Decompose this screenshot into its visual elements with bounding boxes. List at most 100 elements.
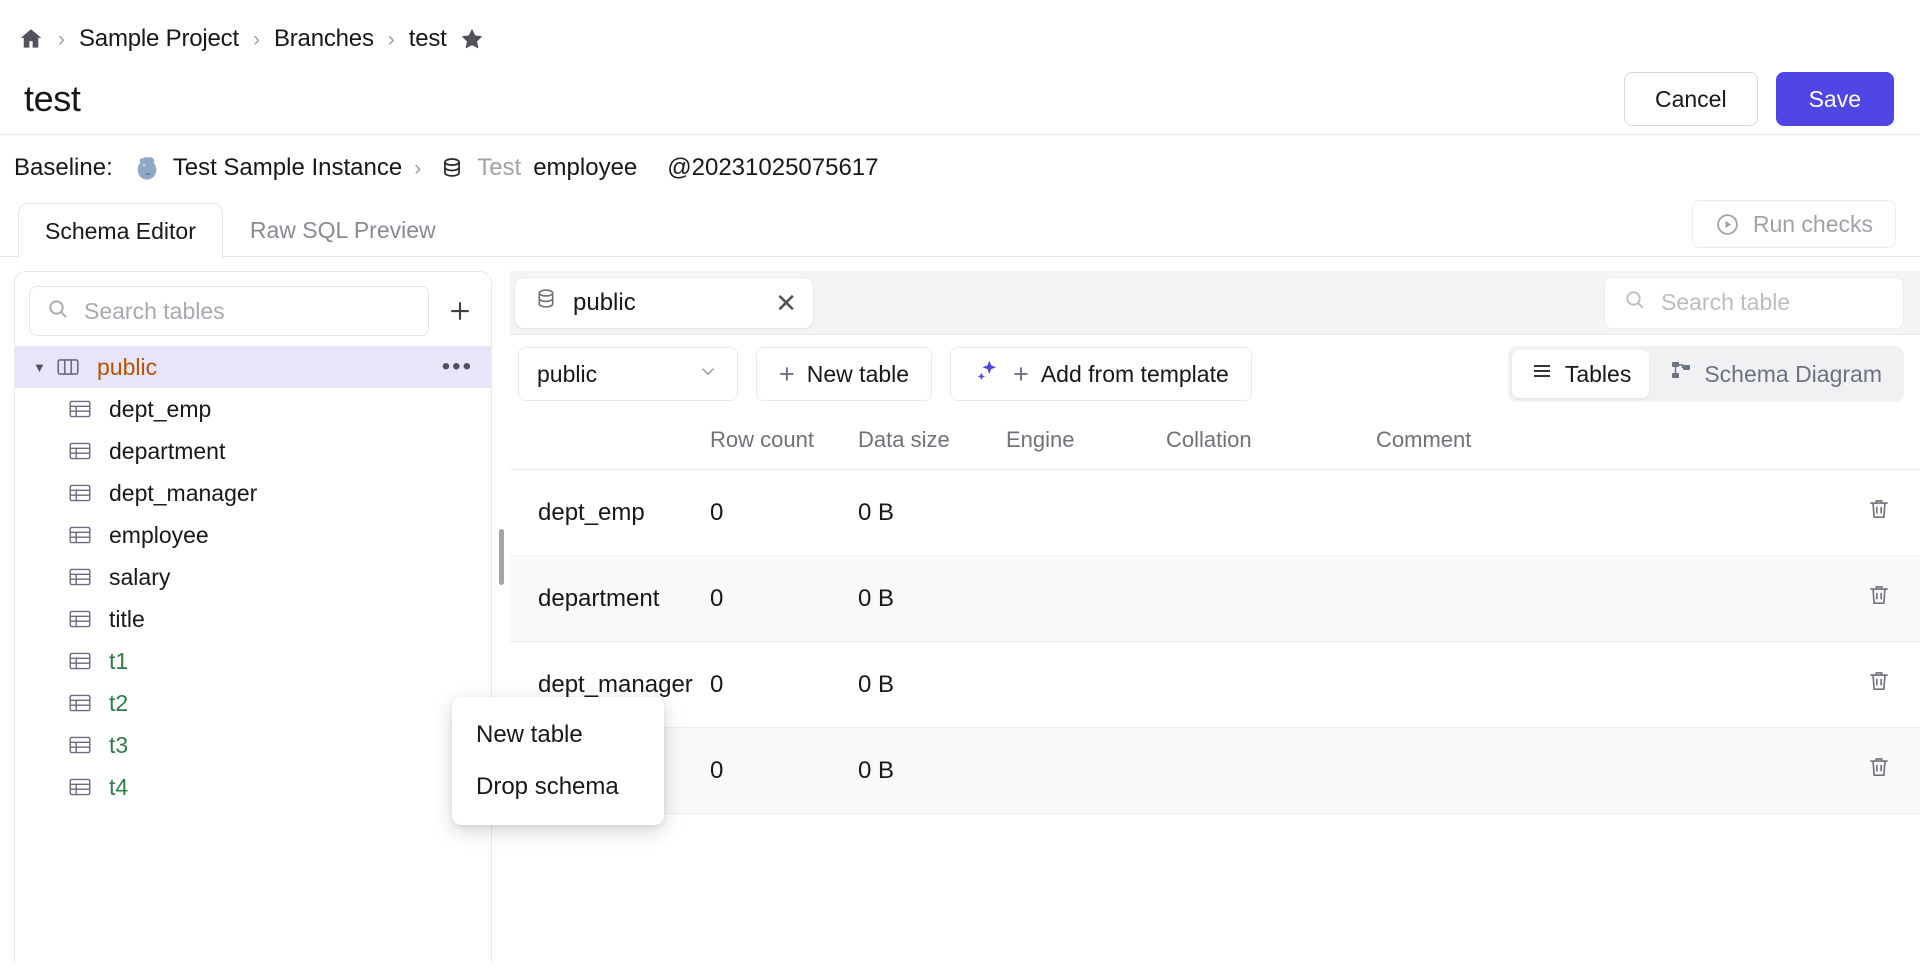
tree-item-label: employee bbox=[109, 521, 209, 548]
tree-item-label: t3 bbox=[109, 731, 129, 758]
context-menu-item-drop-schema[interactable]: Drop schema bbox=[452, 761, 664, 813]
context-menu-item-new-table[interactable]: New table bbox=[452, 709, 664, 761]
col-header-engine[interactable]: Engine bbox=[1006, 413, 1166, 470]
add-schema-button[interactable] bbox=[443, 294, 477, 328]
schema-select[interactable]: public bbox=[518, 347, 738, 401]
document-tab-public[interactable]: public ✕ bbox=[514, 276, 814, 329]
cell-comment bbox=[1376, 555, 1840, 642]
table-row[interactable]: employee00 B bbox=[510, 727, 1920, 814]
table-row[interactable]: dept_emp 0 0 B bbox=[510, 469, 1920, 556]
table-icon bbox=[67, 438, 97, 464]
tree-item-schema-public[interactable]: ▼ public ••• bbox=[15, 346, 491, 388]
baseline-instance[interactable]: Test Sample Instance bbox=[173, 154, 402, 182]
search-tables-input[interactable] bbox=[84, 297, 412, 325]
sidebar-search-row bbox=[15, 272, 491, 346]
chevron-down-icon[interactable]: ▼ bbox=[33, 360, 55, 375]
tab-raw-sql-preview[interactable]: Raw SQL Preview bbox=[223, 203, 463, 257]
cell-engine bbox=[1006, 469, 1166, 556]
home-icon[interactable] bbox=[18, 26, 44, 52]
table-row[interactable]: dept_manager 0 0 B bbox=[510, 641, 1920, 728]
cell-engine bbox=[1006, 727, 1166, 814]
tab-bar: Schema Editor Raw SQL Preview Run checks bbox=[0, 200, 1920, 258]
cell-engine bbox=[1006, 555, 1166, 642]
breadcrumb-item-test[interactable]: test bbox=[409, 25, 447, 53]
baseline-timestamp: @20231025075617 bbox=[667, 154, 879, 181]
cell-row-count: 0 bbox=[710, 641, 858, 728]
table-icon bbox=[67, 648, 97, 674]
tree-item-label: dept_emp bbox=[109, 395, 212, 422]
tree-item-table[interactable]: t1 bbox=[15, 640, 491, 682]
table-toolbar: public + New table + Add from template T… bbox=[510, 335, 1920, 413]
col-header-row-count[interactable]: Row count bbox=[710, 413, 858, 470]
star-icon[interactable] bbox=[459, 26, 485, 52]
header-actions: Cancel Save bbox=[1623, 72, 1894, 126]
breadcrumb-item-branches[interactable]: Branches bbox=[274, 25, 374, 53]
tree-item-table[interactable]: t3 bbox=[15, 724, 491, 766]
ellipsis-icon[interactable]: ••• bbox=[442, 355, 473, 378]
breadcrumb: › Sample Project › Branches › test bbox=[0, 0, 1920, 56]
search-table-box[interactable] bbox=[1604, 276, 1920, 329]
trash-icon[interactable] bbox=[1866, 754, 1892, 787]
tree-item-label: salary bbox=[109, 563, 171, 590]
search-icon bbox=[46, 297, 70, 326]
baseline-database-prefix: Test bbox=[477, 154, 522, 181]
col-header-data-size[interactable]: Data size bbox=[858, 413, 1006, 470]
tree-item-table[interactable]: salary bbox=[15, 556, 491, 598]
tree-item-table[interactable]: title bbox=[15, 598, 491, 640]
cell-table-name[interactable]: dept_emp bbox=[510, 469, 710, 556]
close-icon[interactable]: ✕ bbox=[775, 290, 797, 316]
editor-body: ▼ public ••• dept_empdepartmentdept_mana… bbox=[0, 257, 1920, 963]
breadcrumb-item-project[interactable]: Sample Project bbox=[79, 25, 239, 53]
plus-icon: + bbox=[779, 358, 795, 389]
cell-table-name[interactable]: department bbox=[510, 555, 710, 642]
main-panel: public ✕ public + New table bbox=[510, 271, 1920, 963]
search-tables-box[interactable] bbox=[29, 286, 429, 336]
add-from-template-button[interactable]: + Add from template bbox=[950, 347, 1252, 401]
database-icon bbox=[439, 155, 465, 181]
new-table-button[interactable]: + New table bbox=[756, 347, 933, 401]
splitter-grip[interactable] bbox=[498, 529, 504, 585]
trash-icon[interactable] bbox=[1866, 496, 1892, 529]
tab-schema-editor[interactable]: Schema Editor bbox=[18, 203, 223, 258]
col-header-collation[interactable]: Collation bbox=[1166, 413, 1376, 470]
tree-item-table[interactable]: t4 bbox=[15, 766, 491, 808]
save-button[interactable]: Save bbox=[1775, 72, 1894, 126]
cancel-button[interactable]: Cancel bbox=[1623, 72, 1758, 126]
tree-item-table[interactable]: employee bbox=[15, 514, 491, 556]
tree-item-label: department bbox=[109, 437, 226, 464]
tree-item-label: t1 bbox=[109, 647, 129, 674]
trash-icon[interactable] bbox=[1866, 582, 1892, 615]
schema-tree: ▼ public ••• dept_emp department dept_mana… bbox=[15, 346, 491, 818]
run-checks-button[interactable]: Run checks bbox=[1691, 200, 1896, 248]
schema-columns-icon bbox=[55, 354, 85, 380]
schema-tree-children: dept_emp department dept_manager employee sa… bbox=[15, 388, 491, 808]
table-row[interactable]: department 0 0 B bbox=[510, 555, 1920, 642]
view-toggle-tables[interactable]: Tables bbox=[1511, 350, 1650, 398]
table-icon bbox=[67, 564, 97, 590]
tree-item-table[interactable]: department bbox=[15, 430, 491, 472]
run-checks-label: Run checks bbox=[1752, 210, 1873, 237]
tree-item-table[interactable]: t2 bbox=[15, 682, 491, 724]
trash-icon[interactable] bbox=[1866, 668, 1892, 701]
baseline-database-name[interactable]: employee bbox=[533, 154, 637, 182]
panel-splitter[interactable] bbox=[492, 271, 510, 963]
col-header-comment[interactable]: Comment bbox=[1376, 413, 1840, 470]
cell-collation bbox=[1166, 469, 1376, 556]
col-header-name[interactable]: Name bbox=[510, 413, 710, 470]
tree-item-table[interactable]: dept_manager bbox=[15, 472, 491, 514]
table-icon bbox=[67, 522, 97, 548]
list-icon bbox=[1530, 359, 1554, 389]
breadcrumb-separator: › bbox=[252, 27, 260, 51]
breadcrumb-separator: › bbox=[387, 27, 395, 51]
play-circle-icon bbox=[1715, 212, 1740, 237]
schema-tree-sidebar: ▼ public ••• dept_emp department dept_mana… bbox=[14, 271, 492, 963]
table-header-row: Name Row count Data size Engine Collatio… bbox=[510, 413, 1920, 470]
cell-comment bbox=[1376, 727, 1840, 814]
cell-engine bbox=[1006, 641, 1166, 728]
view-toggle-schema-diagram[interactable]: Schema Diagram bbox=[1651, 350, 1900, 398]
tables-table-head: Name Row count Data size Engine Collatio… bbox=[510, 413, 1920, 470]
view-toggle-diagram-label: Schema Diagram bbox=[1704, 360, 1882, 387]
baseline-bar: Baseline: Test Sample Instance › Test em… bbox=[0, 135, 1920, 201]
search-table-input[interactable] bbox=[1661, 289, 1920, 316]
tree-item-table[interactable]: dept_emp bbox=[15, 388, 491, 430]
